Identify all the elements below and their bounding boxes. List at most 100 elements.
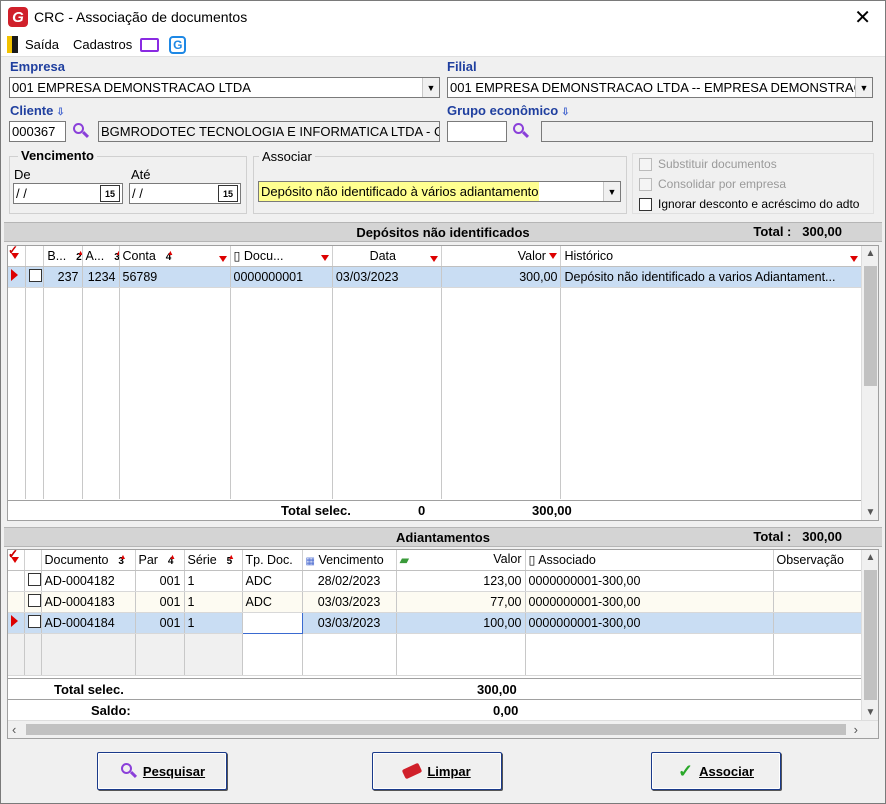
scroll-left-icon: ‹ xyxy=(12,722,17,737)
consolidar-label: Consolidar por empresa xyxy=(658,177,787,191)
scroll-down-icon: ▼ xyxy=(865,507,876,518)
menu-saida[interactable]: Saída xyxy=(7,36,59,53)
col-valor[interactable]: Valor xyxy=(441,246,562,267)
adiantamentos-hscrollbar[interactable]: ‹ › xyxy=(8,720,878,738)
filial-select[interactable]: 001 EMPRESA DEMONSTRACAO LTDA -- EMPRESA… xyxy=(447,77,873,98)
chevron-down-icon[interactable]: ▼ xyxy=(855,78,872,97)
depositos-scrollbar[interactable]: ▲ ▼ xyxy=(861,246,878,520)
search-icon[interactable] xyxy=(71,122,90,140)
empresa-select[interactable]: 001 EMPRESA DEMONSTRACAO LTDA ▼ xyxy=(9,77,440,98)
limpar-button[interactable]: Limpar xyxy=(372,752,502,790)
title-bar: G CRC - Associação de documentos ✕ xyxy=(1,1,885,33)
row-pointer-icon xyxy=(8,612,25,634)
adiantamentos-total-selec-label: Total selec. xyxy=(54,682,124,697)
col-documento[interactable]: Documento3 xyxy=(41,550,136,571)
depositos-table: B...2 A...3 Conta4 ▯ Docu... Data Valor … xyxy=(8,246,862,499)
cell-serie: 1 xyxy=(184,570,243,592)
adiantamentos-grid: Documento3 Par4 Série5 Tp. Doc. ▦ Vencim… xyxy=(7,549,879,739)
depositos-total-selec-value: 300,00 xyxy=(532,503,572,518)
cell-historico: Depósito não identificado a varios Adian… xyxy=(560,266,862,288)
scroll-thumb[interactable] xyxy=(26,724,846,735)
cell-tpdoc: ADC xyxy=(242,570,303,592)
de-date-input[interactable]: / / 15 xyxy=(13,183,123,204)
search-icon xyxy=(119,762,137,780)
check-icon: ✓ xyxy=(677,760,694,781)
cell-vencimento: 03/03/2023 xyxy=(302,612,397,634)
table-row[interactable]: AD-0004183 001 1 ADC 03/03/2023 77,00 00… xyxy=(8,591,863,613)
cell-documento: AD-0004182 xyxy=(41,570,136,592)
search-icon[interactable] xyxy=(511,122,530,140)
calendar-icon[interactable]: 15 xyxy=(100,185,120,202)
table-row[interactable]: AD-0004184 001 1 ADC 03/03/2023 100,00 0… xyxy=(8,611,863,634)
col-observacao[interactable]: Observação xyxy=(773,550,863,571)
associar-button[interactable]: ✓ Associar xyxy=(651,752,781,790)
table-row[interactable]: 237 1234 56789 0000000001 03/03/2023 300… xyxy=(8,266,862,288)
cell-tpdoc[interactable]: ADC xyxy=(241,611,303,634)
row-checkbox[interactable] xyxy=(24,612,42,634)
row-checkbox[interactable] xyxy=(24,591,42,613)
empresa-value: 001 EMPRESA DEMONSTRACAO LTDA xyxy=(12,80,251,95)
cell-associado: 0000000001-300,00 xyxy=(525,612,774,634)
cell-observacao xyxy=(773,591,863,613)
col-documento[interactable]: ▯ Docu... xyxy=(230,246,333,267)
chevron-down-icon[interactable]: ▼ xyxy=(603,182,620,201)
filter-icon xyxy=(549,253,558,260)
g-app-icon[interactable]: G xyxy=(169,35,187,54)
cell-documento: 0000000001 xyxy=(230,266,333,288)
ignorar-checkbox[interactable]: Ignorar desconto e acréscimo do adto xyxy=(639,197,859,211)
adiantamentos-title: Adiantamentos xyxy=(396,530,490,545)
cliente-code-input[interactable]: 000367 xyxy=(9,121,66,142)
calendar-icon[interactable]: 15 xyxy=(218,185,238,202)
grupo-code-input[interactable] xyxy=(447,121,507,142)
col-agencia[interactable]: A...3 xyxy=(82,246,120,267)
cell-valor: 100,00 xyxy=(396,612,526,634)
arrow-down-icon: ⇩ xyxy=(56,107,65,118)
adiantamentos-vscrollbar[interactable]: ▲ ▼ xyxy=(861,550,878,720)
col-par[interactable]: Par4 xyxy=(135,550,185,571)
ate-label: Até xyxy=(131,167,151,182)
menu-saida-label: Saída xyxy=(25,37,59,52)
document-icon: ▯ xyxy=(233,249,241,264)
menu-cadastros[interactable]: Cadastros G xyxy=(72,35,187,54)
scroll-thumb[interactable] xyxy=(864,266,877,386)
scroll-right-icon: › xyxy=(853,722,858,737)
de-date-value: / / xyxy=(16,186,27,201)
col-vencimento[interactable]: ▦ Vencimento xyxy=(302,550,397,571)
main-window: G CRC - Associação de documentos ✕ Saída… xyxy=(0,0,886,804)
eraser-icon xyxy=(402,762,423,780)
limpar-label: Limpar xyxy=(427,763,471,779)
col-conta[interactable]: Conta4 xyxy=(119,246,231,267)
col-banco[interactable]: B...2 xyxy=(43,246,83,267)
close-icon[interactable]: ✕ xyxy=(854,5,871,30)
col-valor[interactable]: ▰ Valor xyxy=(396,550,526,571)
col-data[interactable]: Data xyxy=(332,246,442,267)
adiantamentos-total: Total : 300,00 xyxy=(753,529,842,544)
saldo-label: Saldo: xyxy=(91,703,131,718)
col-tpdoc[interactable]: Tp. Doc. xyxy=(242,550,303,571)
money-icon: ▰ xyxy=(399,553,410,568)
cell-associado: 0000000001-300,00 xyxy=(525,591,774,613)
menu-cadastros-label: Cadastros xyxy=(72,37,133,52)
col-associado[interactable]: ▯ Associado xyxy=(525,550,774,571)
substituir-checkbox: Substituir documentos xyxy=(639,157,777,171)
grupo-name-field xyxy=(541,121,873,142)
row-checkbox[interactable] xyxy=(24,570,42,592)
chevron-down-icon[interactable]: ▼ xyxy=(422,78,439,97)
col-serie[interactable]: Série5 xyxy=(184,550,243,571)
cell-documento: AD-0004184 xyxy=(41,612,136,634)
row-checkbox[interactable] xyxy=(25,266,45,288)
cell-agencia: 1234 xyxy=(82,266,120,288)
table-row[interactable]: AD-0004182 001 1 ADC 28/02/2023 123,00 0… xyxy=(8,570,863,592)
cell-associado: 0000000001-300,00 xyxy=(525,570,774,592)
depositos-total: Total : 300,00 xyxy=(753,224,842,239)
grupo-label: Grupo econômico ⇩ xyxy=(447,103,570,118)
de-label: De xyxy=(14,167,31,182)
cell-par: 001 xyxy=(135,591,185,613)
scroll-up-icon: ▲ xyxy=(865,248,876,259)
ate-date-input[interactable]: / / 15 xyxy=(129,183,241,204)
col-historico[interactable]: Histórico xyxy=(560,246,862,267)
scroll-thumb[interactable] xyxy=(864,570,877,700)
pesquisar-button[interactable]: Pesquisar xyxy=(97,752,227,790)
monitor-icon[interactable] xyxy=(140,37,160,52)
associar-select[interactable]: Depósito não identificado à vários adian… xyxy=(258,181,621,202)
